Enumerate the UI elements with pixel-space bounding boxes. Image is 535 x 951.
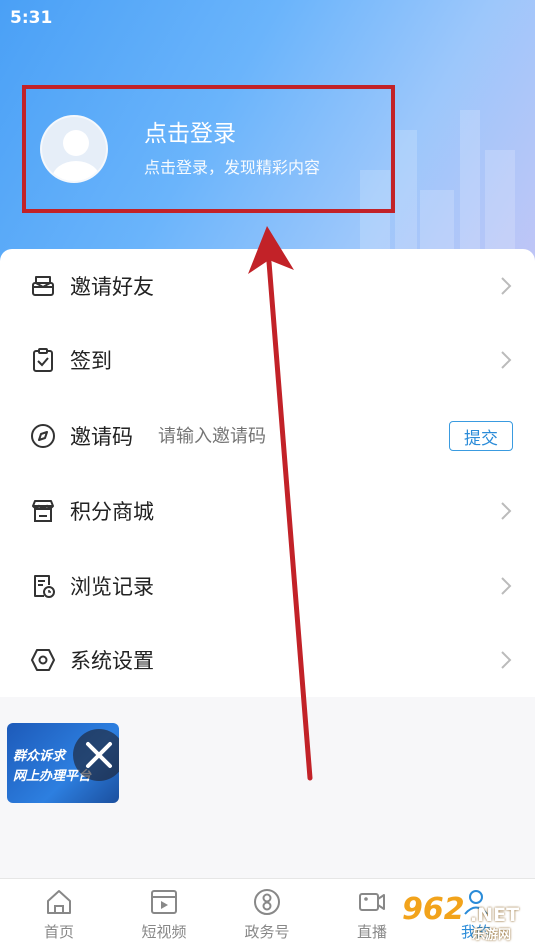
camera-icon [359,893,385,911]
banner-line1: 群众诉求 [13,749,66,764]
status-time: 5:31 [10,8,53,28]
annotation-highlight-box [22,85,395,213]
tab-home[interactable]: 首页 [19,887,99,947]
menu-item-invite-code: 邀请码 提交 [0,399,535,473]
video-clip-icon [151,890,177,914]
history-icon [34,575,55,598]
chevron-right-icon [501,502,512,520]
compass-icon [31,424,55,448]
watermark-number: 962 [402,892,465,927]
menu-item-label: 签到 [70,349,112,373]
chevron-right-icon [501,651,512,669]
tab-government[interactable]: 政务号 [227,887,307,947]
tab-short-video[interactable]: 短视频 [124,887,204,947]
chevron-right-icon [501,577,512,595]
close-icon [86,742,112,768]
menu-item-label: 积分商城 [70,500,154,524]
menu-item-check-in[interactable]: 签到 [0,323,535,397]
mail-icon [32,276,54,296]
tab-label: 首页 [43,923,74,941]
watermark-net: .NET [470,904,520,926]
submit-button[interactable]: 提交 [449,421,513,451]
tab-label: 短视频 [141,923,187,941]
watermark-logo: 962 .NET 乐游网 [398,890,533,946]
menu-item-browse-history[interactable]: 浏览记录 [0,549,535,623]
menu-item-label: 系统设置 [70,649,154,673]
menu-card: 邀请好友 签到 邀请码 提交 积分商城 [0,249,535,697]
tab-label: 政务号 [244,923,290,941]
chevron-right-icon [501,351,512,369]
menu-item-label: 邀请好友 [70,275,154,299]
invite-code-input[interactable] [158,425,288,447]
floating-banner[interactable]: 群众诉求 网上办理平台 [7,723,119,803]
menu-item-system-settings[interactable]: 系统设置 [0,623,535,697]
badge-icon [254,889,280,915]
chevron-right-icon [501,277,512,295]
menu-item-label: 邀请码 [70,425,133,449]
watermark-cn: 乐游网 [472,928,512,943]
menu-item-invite-friends[interactable]: 邀请好友 [0,249,535,323]
menu-item-label: 浏览记录 [70,575,154,599]
banner-close-button[interactable] [73,729,119,781]
clipboard-check-icon [33,348,53,372]
store-icon [32,500,54,522]
home-icon [47,890,71,914]
hexagon-settings-icon [31,649,55,671]
menu-item-points-mall[interactable]: 积分商城 [0,474,535,548]
